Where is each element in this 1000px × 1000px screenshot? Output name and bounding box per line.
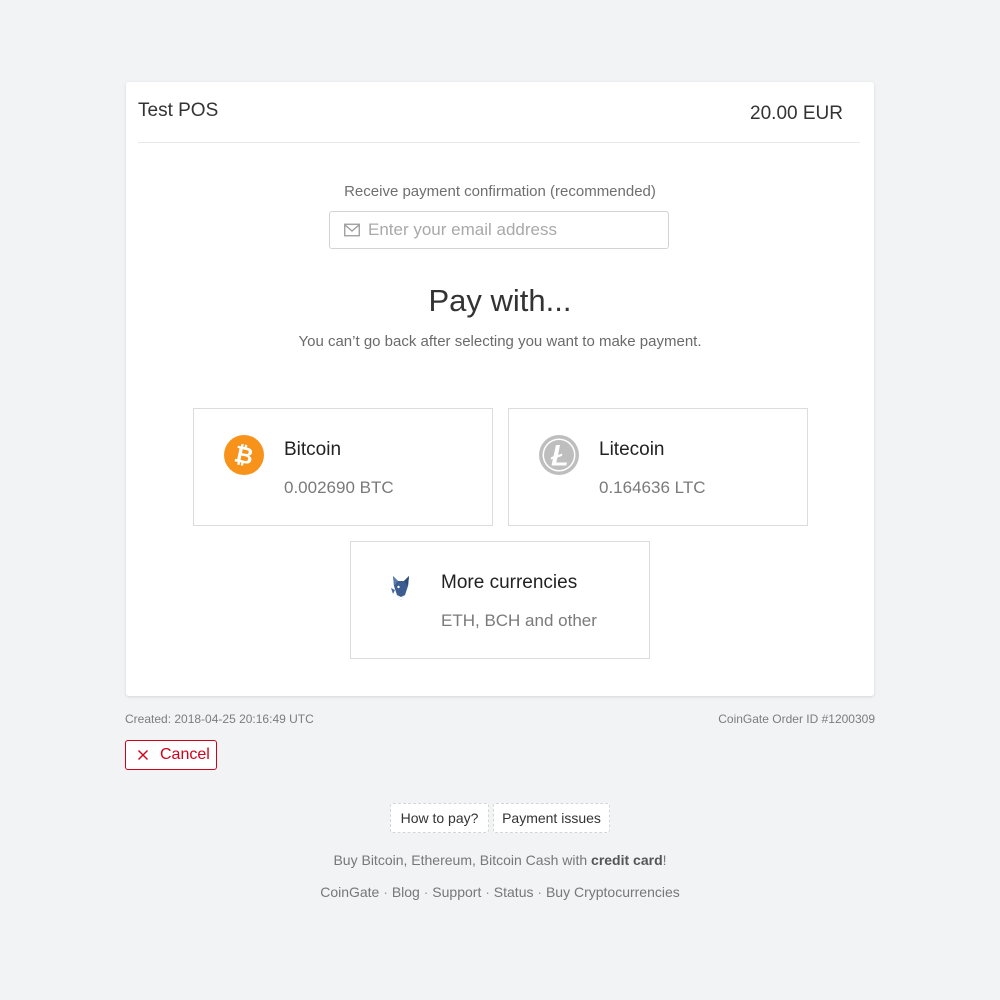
bitcoin-icon: ₿: [224, 435, 264, 475]
cancel-label: Cancel: [160, 746, 210, 763]
pay-title: Pay with...: [428, 283, 572, 318]
email-input[interactable]: [368, 212, 658, 248]
option-name: More currencies: [441, 572, 578, 593]
option-amount: 0.164636 LTC: [599, 478, 706, 497]
option-amount: ETH, BCH and other: [441, 611, 597, 630]
promo-text-end: !: [662, 852, 667, 868]
litecoin-icon: [539, 435, 579, 475]
merchant-name: Test POS: [138, 100, 219, 121]
pay-note: You can’t go back after selecting you wa…: [298, 333, 702, 350]
footer-link-status[interactable]: Status: [494, 884, 534, 900]
footer-link-buy-crypto[interactable]: Buy Cryptocurrencies: [546, 884, 680, 900]
footer-links: CoinGate · Blog · Support · Status · Buy…: [0, 884, 1000, 900]
footer-separator: ·: [485, 884, 490, 900]
cancel-button[interactable]: Cancel: [125, 740, 217, 770]
footer-link-blog[interactable]: Blog: [392, 884, 420, 900]
email-field[interactable]: [329, 211, 669, 249]
more-currencies-option[interactable]: More currencies ETH, BCH and other: [350, 541, 650, 659]
card-header: Test POS 20.00 EUR: [138, 82, 860, 143]
envelope-icon: [344, 223, 360, 237]
email-label: Receive payment confirmation (recommende…: [344, 183, 656, 200]
footer-separator: ·: [383, 884, 388, 900]
how-to-pay-button[interactable]: How to pay?: [390, 803, 489, 833]
footer-link-coingate[interactable]: CoinGate: [320, 884, 379, 900]
fox-icon: [391, 576, 409, 600]
promo-text: Buy Bitcoin, Ethereum, Bitcoin Cash with: [333, 852, 592, 868]
credit-card-link[interactable]: credit card: [591, 852, 663, 868]
option-name: Bitcoin: [284, 439, 342, 460]
created-timestamp: Created: 2018-04-25 20:16:49 UTC: [125, 712, 314, 726]
footer-separator: ·: [423, 884, 429, 900]
footer-link-support[interactable]: Support: [432, 884, 481, 900]
option-name: Litecoin: [599, 439, 665, 460]
order-amount: 20.00 EUR: [750, 103, 843, 124]
footer-separator: ·: [537, 884, 543, 900]
option-amount: 0.002690 BTC: [284, 478, 394, 497]
payment-issues-button[interactable]: Payment issues: [493, 803, 610, 833]
bitcoin-option[interactable]: ₿ Bitcoin 0.002690 BTC: [193, 408, 493, 526]
litecoin-option[interactable]: Litecoin 0.164636 LTC: [508, 408, 808, 526]
order-id: CoinGate Order ID #1200309: [718, 712, 875, 726]
credit-card-promo: Buy Bitcoin, Ethereum, Bitcoin Cash with…: [0, 852, 1000, 868]
payment-card: Test POS 20.00 EUR Receive payment confi…: [126, 82, 874, 696]
close-icon: [138, 750, 148, 760]
